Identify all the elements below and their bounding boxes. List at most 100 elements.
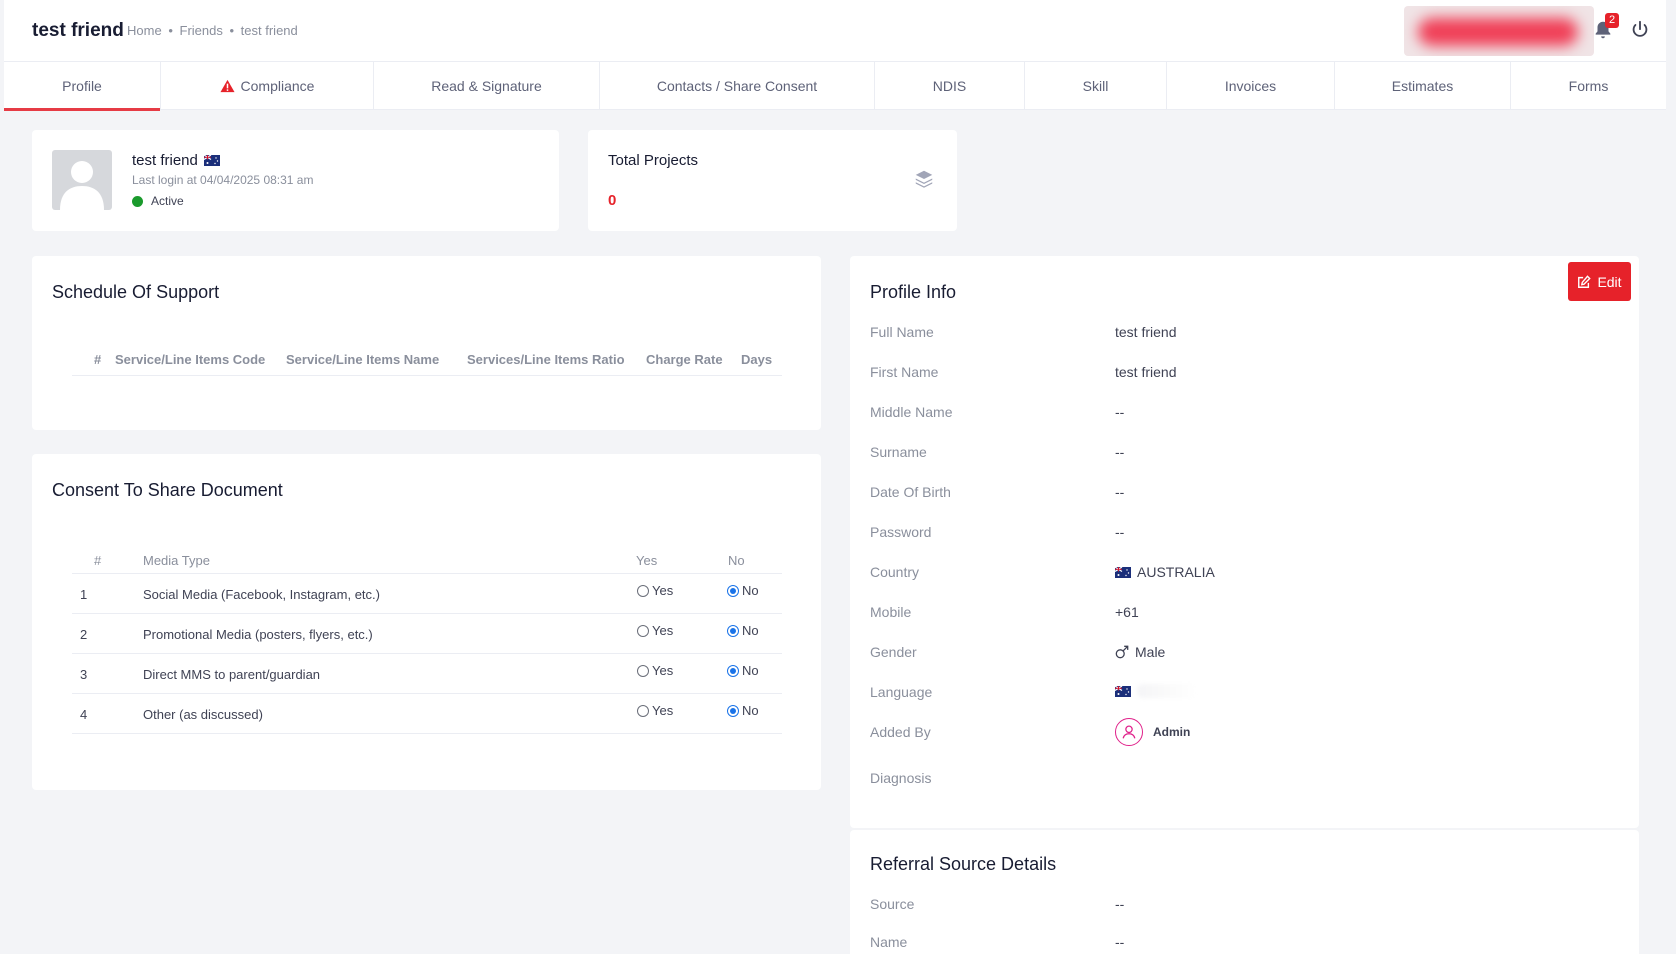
- layers-icon: [915, 170, 933, 188]
- row-number: 4: [80, 707, 88, 722]
- added-by-name[interactable]: Admin: [1153, 725, 1190, 739]
- column-header: #: [94, 352, 102, 367]
- power-icon[interactable]: [1629, 19, 1651, 41]
- field-label: Language: [870, 684, 933, 700]
- user-icon: [1122, 725, 1136, 739]
- referral-source-card: Referral Source Details Source -- Name -…: [850, 830, 1639, 954]
- tab-contacts-share-consent[interactable]: Contacts / Share Consent: [600, 62, 875, 110]
- tab-forms[interactable]: Forms: [1511, 62, 1666, 110]
- page-header: test friend Home • Friends • test friend…: [4, 0, 1666, 62]
- status-indicator: Active: [132, 194, 184, 208]
- status-text: Active: [151, 194, 184, 208]
- info-row-diagnosis: Diagnosis: [870, 770, 1610, 794]
- field-value-wrap: Admin: [1115, 718, 1190, 746]
- field-value: --: [1115, 444, 1125, 460]
- profile-summary-card: test friend Last login at 04/04/2025 08:…: [32, 130, 559, 231]
- radio-label: Yes: [652, 663, 674, 678]
- tab-compliance[interactable]: Compliance: [161, 62, 374, 110]
- edit-label: Edit: [1597, 273, 1622, 290]
- tab-invoices[interactable]: Invoices: [1167, 62, 1335, 110]
- radio-label: Yes: [652, 583, 674, 598]
- tab-label: Invoices: [1224, 78, 1277, 94]
- consent-yes-radio[interactable]: Yes: [637, 623, 673, 638]
- radio-circle[interactable]: [727, 584, 739, 597]
- field-value: AUSTRALIA: [1137, 564, 1215, 580]
- field-value: --: [1115, 404, 1125, 420]
- radio-circle[interactable]: [727, 664, 739, 677]
- user-menu-redacted[interactable]: [1404, 6, 1594, 56]
- row-number: 2: [80, 627, 88, 642]
- tab-skill[interactable]: Skill: [1025, 62, 1167, 110]
- field-value: test friend: [1115, 324, 1177, 340]
- info-row-full-name: Full Name test friend: [870, 324, 1610, 348]
- breadcrumb-current: test friend: [240, 23, 298, 38]
- field-label: Name: [870, 934, 908, 950]
- field-label: Password: [870, 524, 932, 540]
- radio-label: No: [742, 663, 759, 678]
- tab-bar: Profile Compliance Read & Signature Cont…: [4, 62, 1666, 111]
- field-value: Male: [1135, 644, 1166, 660]
- consent-no-radio[interactable]: No: [727, 703, 759, 718]
- column-header: Charge Rate: [646, 352, 723, 367]
- column-header: Service/Line Items Code: [115, 352, 266, 367]
- consent-no-radio[interactable]: No: [727, 623, 759, 638]
- field-value: --: [1115, 896, 1125, 912]
- info-row-surname: Surname --: [870, 444, 1610, 468]
- field-label: First Name: [870, 364, 939, 380]
- field-label: Country: [870, 564, 920, 580]
- consent-no-radio[interactable]: No: [727, 583, 759, 598]
- field-label: Added By: [870, 724, 931, 740]
- profile-name-row: test friend: [132, 152, 220, 169]
- radio-circle[interactable]: [637, 584, 649, 597]
- avatar: [52, 150, 112, 210]
- field-label: Full Name: [870, 324, 934, 340]
- field-label: Source: [870, 896, 915, 912]
- radio-label: No: [742, 583, 759, 598]
- edit-button[interactable]: Edit: [1568, 262, 1631, 301]
- tab-estimates[interactable]: Estimates: [1335, 62, 1511, 110]
- total-projects-value: 0: [608, 192, 617, 209]
- info-row-added-by: Added By Admin: [870, 718, 1610, 758]
- column-header: Service/Line Items Name: [286, 352, 440, 367]
- radio-circle[interactable]: [637, 664, 649, 677]
- field-label: Middle Name: [870, 404, 953, 420]
- media-type: Promotional Media (posters, flyers, etc.…: [143, 627, 373, 642]
- consent-title: Consent To Share Document: [52, 480, 283, 500]
- radio-label: No: [742, 703, 759, 718]
- consent-row: 4 Other (as discussed) Yes No: [72, 694, 782, 734]
- field-value-wrap: Male: [1115, 644, 1165, 660]
- field-label: Mobile: [870, 604, 912, 620]
- admin-avatar: [1115, 718, 1143, 746]
- field-value-wrap: [1115, 684, 1197, 698]
- consent-yes-radio[interactable]: Yes: [637, 663, 673, 678]
- radio-circle[interactable]: [637, 704, 649, 717]
- australia-flag-icon: [1115, 685, 1131, 697]
- total-projects-title: Total Projects: [608, 152, 699, 169]
- edit-icon: [1578, 274, 1592, 288]
- field-label: Date Of Birth: [870, 484, 951, 500]
- consent-no-radio[interactable]: No: [727, 663, 759, 678]
- radio-circle[interactable]: [727, 624, 739, 637]
- info-row-password: Password --: [870, 524, 1610, 548]
- breadcrumb-home[interactable]: Home: [127, 23, 162, 38]
- profile-info-card: Profile Info Edit Full Name test friend …: [850, 256, 1639, 828]
- consent-yes-radio[interactable]: Yes: [637, 583, 673, 598]
- media-type: Social Media (Facebook, Instagram, etc.): [143, 587, 380, 602]
- radio-circle[interactable]: [727, 704, 739, 717]
- field-label: Diagnosis: [870, 770, 932, 786]
- field-value: --: [1115, 484, 1125, 500]
- radio-circle[interactable]: [637, 624, 649, 637]
- tab-label: Forms: [1568, 78, 1609, 94]
- tab-ndis[interactable]: NDIS: [875, 62, 1025, 110]
- row-number: 3: [80, 667, 88, 682]
- language-value-redacted: [1137, 684, 1197, 698]
- column-header: #: [94, 553, 102, 568]
- tab-read-signature[interactable]: Read & Signature: [374, 62, 600, 110]
- breadcrumb-friends[interactable]: Friends: [180, 23, 223, 38]
- field-label: Gender: [870, 644, 917, 660]
- consent-yes-radio[interactable]: Yes: [637, 703, 673, 718]
- info-row-mobile: Mobile +61: [870, 604, 1610, 628]
- info-row-source: Source --: [870, 896, 1610, 920]
- tab-profile[interactable]: Profile: [4, 62, 161, 111]
- australia-flag-icon: [1115, 566, 1131, 578]
